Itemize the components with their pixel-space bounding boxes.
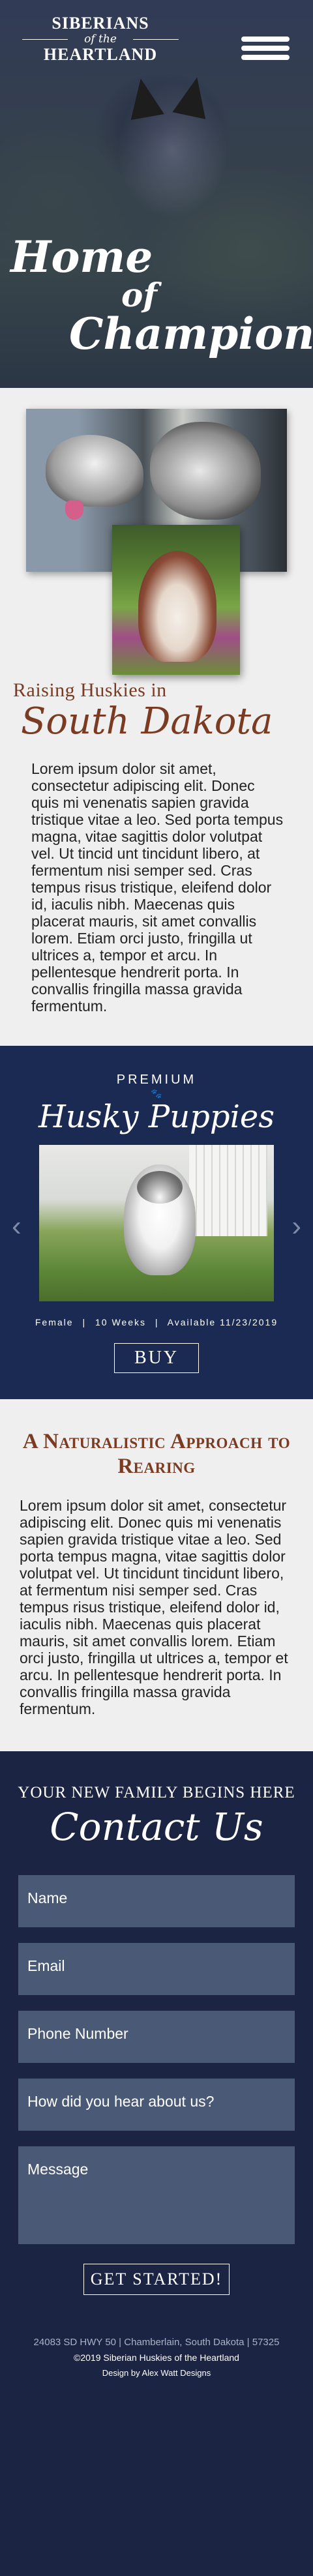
raising-heading: Raising Huskies in South Dakota (0, 679, 313, 742)
referral-field[interactable]: How did you hear about us? (18, 2079, 295, 2131)
info-separator: | (82, 1317, 87, 1327)
email-field[interactable]: Email (18, 1943, 295, 1995)
puppy-age: 10 Weeks (95, 1317, 146, 1327)
menu-icon-bar (241, 37, 290, 42)
message-field[interactable]: Message (18, 2146, 295, 2244)
puppies-pre-heading: PREMIUM (116, 1073, 197, 1087)
raising-main-heading: South Dakota (21, 700, 273, 743)
contact-form: Name Email Phone Number How did you hear… (0, 1875, 313, 2244)
hero-title: Home of Champions (10, 235, 313, 356)
raising-section: Raising Huskies in South Dakota Lorem ip… (0, 388, 313, 1046)
menu-icon-bar (241, 46, 290, 51)
name-field[interactable]: Name (18, 1875, 295, 1927)
approach-heading: A Naturalistic Approach to Rearing (22, 1430, 291, 1478)
raising-body-text: Lorem ipsum dolor sit amet, consectetur … (31, 760, 284, 1014)
footer-credit[interactable]: Design by Alex Watt Designs (0, 2364, 313, 2382)
footer-address: 24083 SD HWY 50 | Chamberlain, South Dak… (33, 2337, 280, 2348)
hero-title-line-2: of (121, 276, 157, 314)
info-separator: | (155, 1317, 159, 1327)
husky-tongue (65, 500, 83, 520)
hero-image-dog-ear (172, 74, 214, 119)
fence (189, 1145, 267, 1236)
approach-section: A Naturalistic Approach to Rearing Lorem… (0, 1399, 313, 1751)
logo-line-3: Heartland (43, 45, 158, 64)
site-logo[interactable]: Siberians of the Heartland (22, 14, 179, 64)
approach-body-text: Lorem ipsum dolor sit amet, consectetur … (20, 1497, 288, 1717)
chevron-right-icon[interactable]: › (291, 1212, 301, 1241)
logo-line-2: of the (22, 33, 179, 46)
puppy-info: Female | 10 Weeks | Available 11/23/2019 (0, 1317, 313, 1327)
photo-collage (0, 409, 313, 675)
puppy-availability: Available 11/23/2019 (167, 1317, 278, 1327)
husky-head (46, 435, 143, 507)
red-husky-photo (112, 525, 240, 675)
logo-line-1: Siberians (52, 14, 149, 33)
buy-button[interactable]: BUY (113, 1343, 200, 1373)
footer-copyright: ©2019 Siberian Huskies of the Heartland (74, 2352, 239, 2363)
chevron-left-icon[interactable]: ‹ (12, 1212, 22, 1241)
red-husky (138, 551, 216, 662)
phone-field[interactable]: Phone Number (18, 2011, 295, 2063)
puppy-mask (137, 1171, 183, 1204)
contact-section: YOUR NEW FAMILY BEGINS HERE Contact Us N… (0, 1751, 313, 2326)
hero-section: Siberians of the Heartland Home of Champ… (0, 0, 313, 388)
puppy-photo (39, 1145, 274, 1301)
contact-title: Contact Us (50, 1805, 263, 1849)
raising-subheading: Raising Huskies in (13, 679, 167, 701)
contact-pre-heading: YOUR NEW FAMILY BEGINS HERE (18, 1784, 295, 1801)
footer: 24083 SD HWY 50 | Chamberlain, South Dak… (0, 2326, 313, 2391)
puppies-section: PREMIUM 🐾 Husky Puppies ‹ › Female | 10 … (0, 1046, 313, 1399)
husky-head (150, 422, 261, 520)
puppy-gender: Female (35, 1317, 74, 1327)
puppies-title: Husky Puppies (38, 1099, 275, 1135)
menu-icon[interactable] (241, 37, 290, 63)
paw-icon: 🐾 (151, 1088, 162, 1099)
hero-title-line-1: Home (10, 231, 153, 282)
hero-image-dog-ear (124, 75, 164, 121)
hero-title-line-3: Champions (69, 308, 313, 359)
get-started-button[interactable]: GET STARTED! (83, 2264, 230, 2295)
menu-icon-bar (241, 55, 290, 60)
